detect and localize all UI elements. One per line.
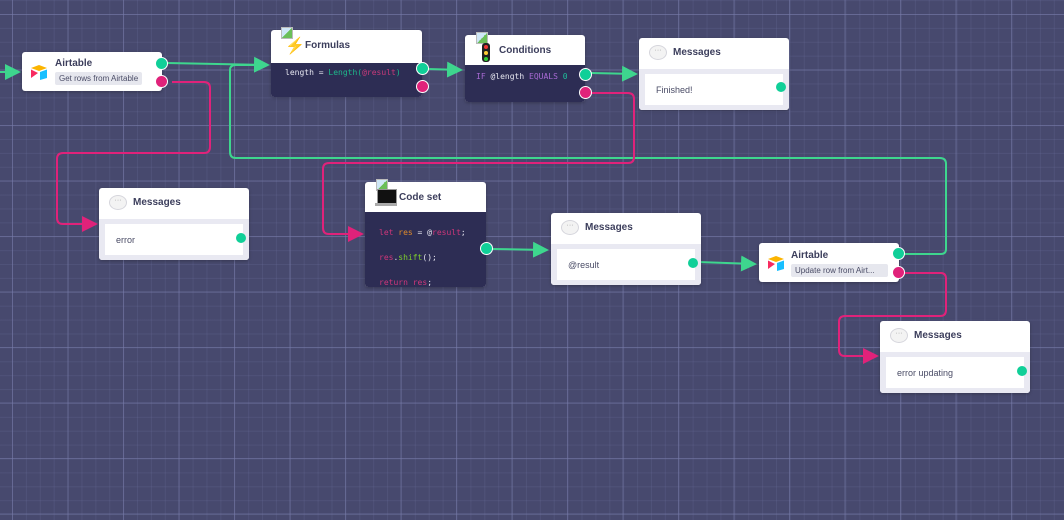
code-token: length (285, 68, 314, 77)
message-body: @result (551, 244, 701, 285)
message-text-box[interactable]: @result (557, 249, 695, 280)
message-text: error updating (897, 367, 954, 378)
code-token: @result (362, 68, 396, 77)
message-body: Finished! (639, 69, 789, 110)
message-body: error (99, 219, 249, 260)
airtable-logo-icon (767, 255, 785, 271)
node-subtitle: Update row from Airt... (791, 264, 888, 277)
code-line: res.shift(); (379, 253, 437, 262)
success-port[interactable] (1017, 366, 1027, 376)
code-token: ) (395, 68, 401, 77)
node-title: Conditions (499, 45, 552, 56)
code-token: = (318, 68, 324, 77)
message-body: error updating (880, 352, 1030, 393)
code-line: let res = @result; (379, 228, 466, 237)
wire-conditions-to-finished (590, 65, 638, 82)
speech-bubble-icon: ··· (649, 45, 667, 60)
success-port[interactable] (480, 242, 493, 255)
speech-bubble-icon: ··· (890, 328, 908, 343)
messages-error-node[interactable]: ··· Messages error (99, 188, 249, 260)
message-text: Finished! (656, 84, 693, 95)
messages-finished-node[interactable]: ··· Messages Finished! (639, 38, 789, 110)
messages-error-updating-node[interactable]: ··· Messages error updating (880, 321, 1030, 393)
message-text: error (116, 234, 136, 245)
success-port[interactable] (776, 82, 786, 92)
messages-result-node[interactable]: ··· Messages @result (551, 213, 701, 285)
wire-airtable-to-formulas (166, 56, 270, 73)
code-token: Length( (328, 68, 363, 77)
traffic-light-icon (482, 43, 490, 62)
airtable-get-node[interactable]: Airtable Get rows from Airtable (22, 52, 168, 91)
code-token: EQUALS (529, 72, 558, 81)
success-port[interactable] (892, 247, 905, 260)
message-text-box[interactable]: error (105, 224, 243, 255)
flow-canvas[interactable]: Airtable Get rows from Airtable ⚡ Formul… (0, 0, 1064, 520)
code-editor[interactable]: let res = @result; res.shift(); return r… (365, 212, 486, 287)
success-port[interactable] (155, 57, 168, 70)
airtable-update-node[interactable]: Airtable Update row from Airt... (759, 243, 905, 282)
node-title: Airtable (55, 58, 93, 69)
code-line: return res; (379, 278, 433, 287)
error-port[interactable] (416, 80, 429, 93)
success-port[interactable] (688, 258, 698, 268)
speech-bubble-icon: ··· (561, 220, 579, 235)
message-text: @result (568, 259, 600, 270)
wire-formulas-to-conditions (427, 61, 463, 78)
wire-code-to-messages (491, 241, 549, 258)
conditions-node[interactable]: Conditions IF @length EQUALS 0 (465, 32, 592, 102)
node-title: Messages (914, 330, 962, 341)
error-port[interactable] (155, 75, 168, 88)
code-token: IF (476, 72, 486, 81)
laptop-icon (377, 189, 397, 204)
code-token: 0 (562, 72, 568, 81)
formula-code: length = Length(@result) (271, 63, 422, 97)
error-port[interactable] (892, 266, 905, 279)
node-title: Formulas (305, 40, 351, 51)
node-subtitle: Get rows from Airtable (55, 72, 143, 85)
node-title: Messages (673, 47, 721, 58)
wire-messages-to-update (697, 255, 757, 272)
lightning-icon: ⚡ (285, 38, 305, 55)
message-text-box[interactable]: Finished! (645, 74, 783, 105)
success-port[interactable] (236, 233, 246, 243)
node-title: Messages (585, 222, 633, 233)
code-token: @length (490, 72, 525, 81)
message-text-box[interactable]: error updating (886, 357, 1024, 388)
else-port[interactable] (579, 86, 592, 99)
success-port[interactable] (579, 68, 592, 81)
code-set-node[interactable]: Code set let res = @result; res.shift();… (365, 179, 493, 287)
node-title: Code set (399, 192, 442, 203)
node-title: Messages (133, 197, 181, 208)
laptop-base (375, 203, 397, 206)
condition-code: IF @length EQUALS 0 (465, 65, 585, 102)
node-title: Airtable (791, 250, 829, 261)
success-port[interactable] (416, 62, 429, 75)
speech-bubble-icon: ··· (109, 195, 127, 210)
airtable-logo-icon (30, 64, 48, 80)
formulas-node[interactable]: ⚡ Formulas length = Length(@result) (271, 27, 429, 97)
